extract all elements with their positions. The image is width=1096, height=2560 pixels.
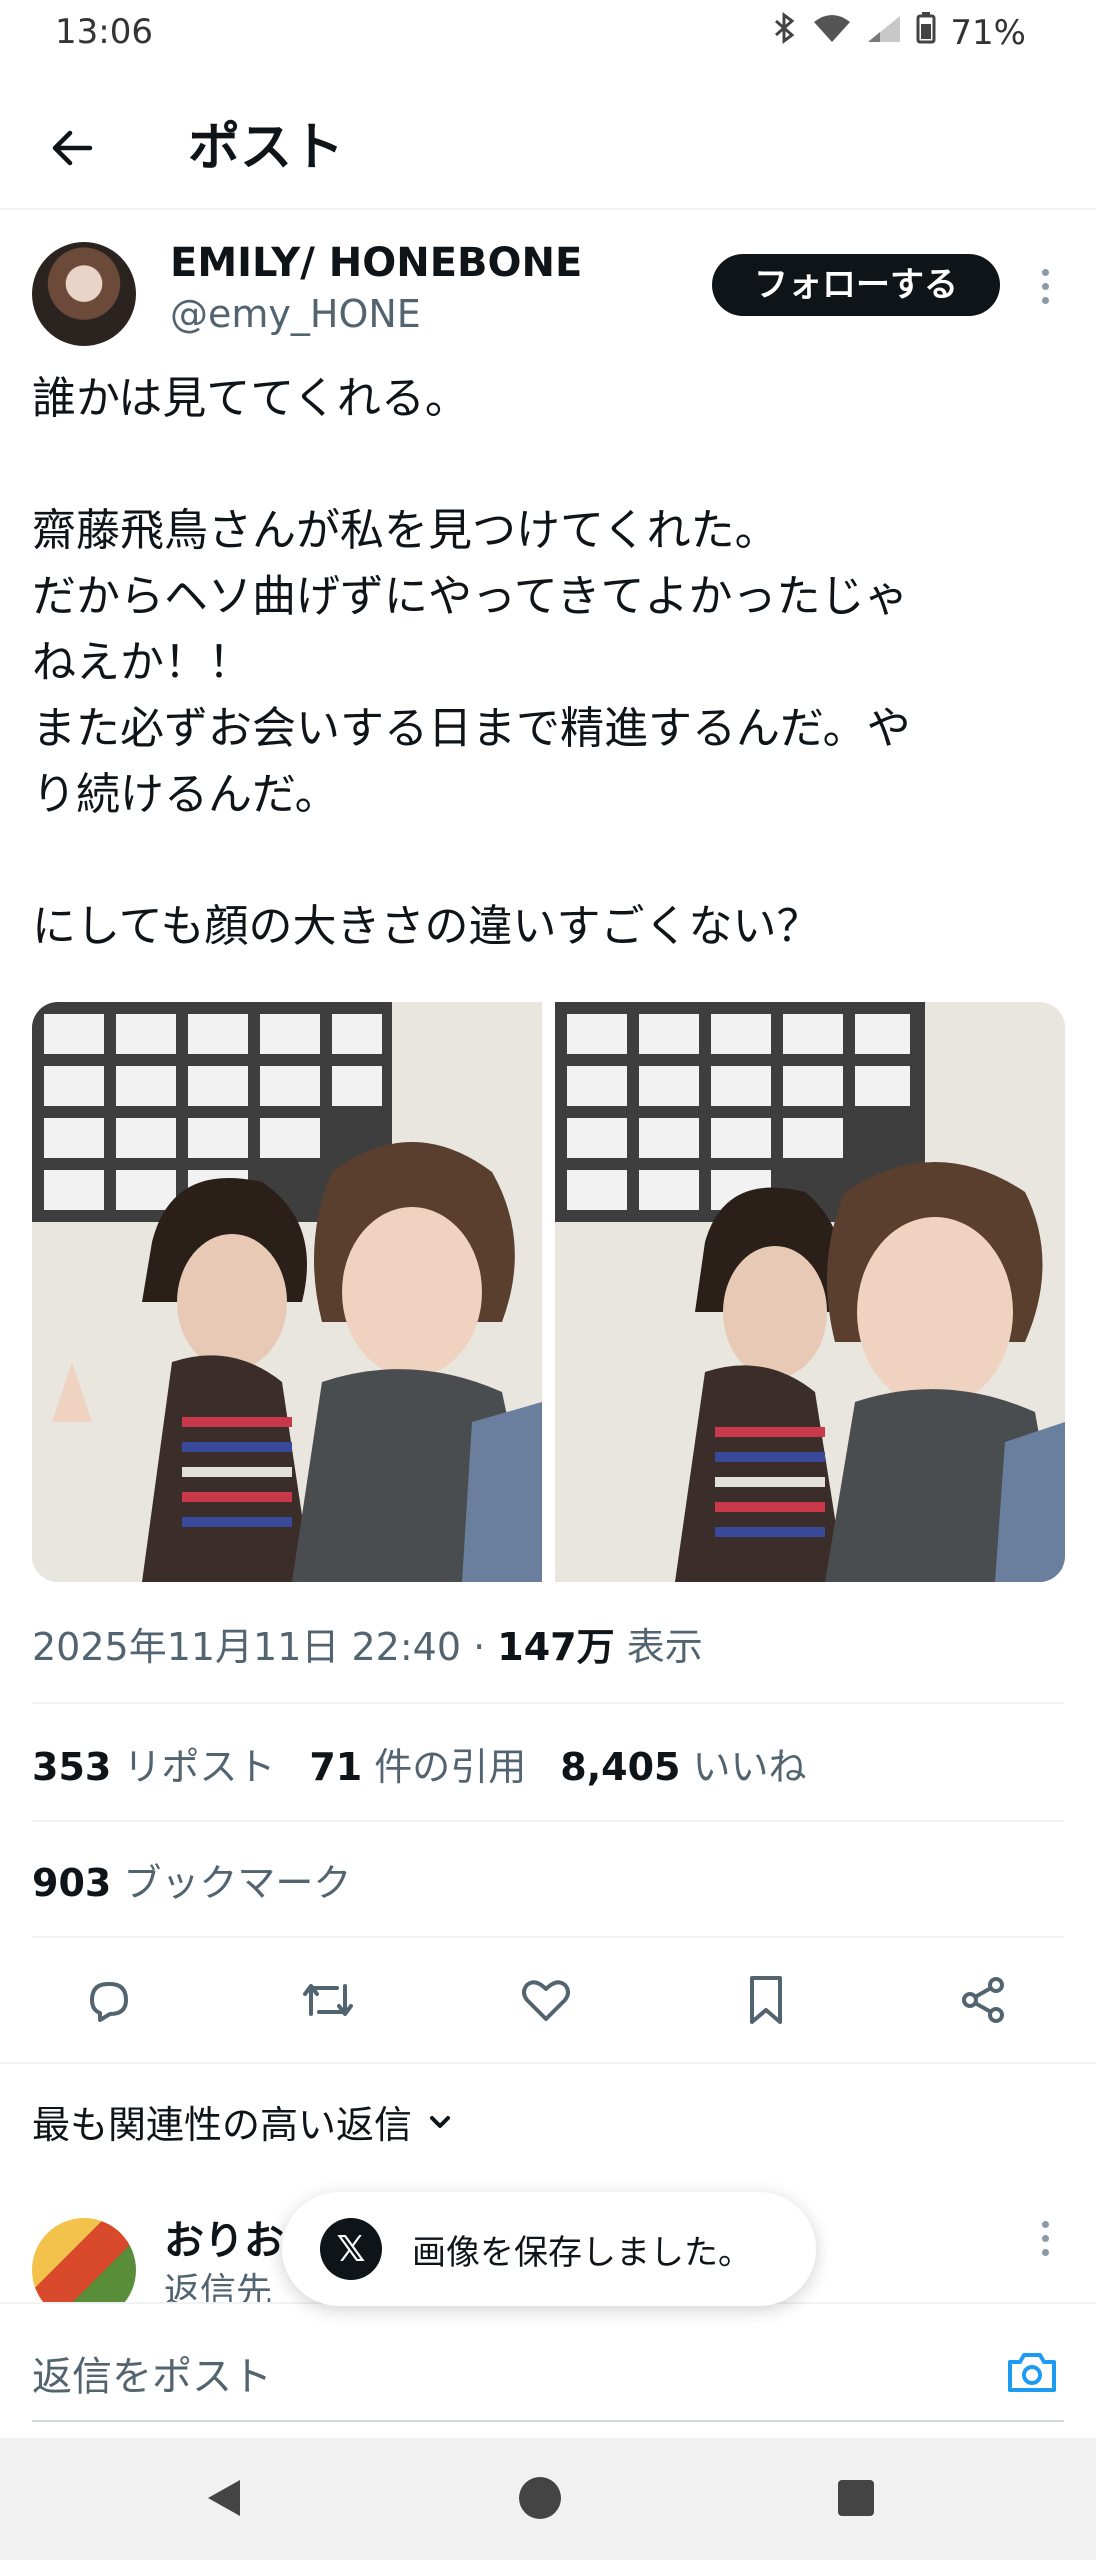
post-line-empty: [32, 432, 1062, 498]
reply-composer: 返信をポスト: [0, 2302, 1096, 2434]
composer-underline: [32, 2420, 1064, 2422]
bluetooth-icon: [772, 12, 798, 53]
bookmark-icon: [750, 1976, 782, 2024]
views-count: 147万: [497, 1625, 615, 1669]
nav-back-button[interactable]: [194, 2468, 254, 2528]
post-line: にしても顔の大きさの違いすごくない？: [32, 901, 821, 952]
more-options-button[interactable]: [1020, 258, 1070, 314]
status-icons: 71%: [772, 12, 1026, 53]
photo-illustration: [555, 1002, 1065, 1582]
quotes-count: 71: [309, 1745, 363, 1789]
post-line: 誰かは見ててくれる。: [32, 373, 469, 424]
post-meta: 2025年11月11日 22:40 · 147万 表示: [32, 1616, 703, 1671]
views-label: 表示: [626, 1625, 703, 1669]
reply-sort-label: 最も関連性の高い返信: [32, 2103, 413, 2147]
likes-label: いいね: [692, 1745, 807, 1789]
more-icon-dot: [1041, 2220, 1049, 2228]
system-navigation-bar: [0, 2438, 1096, 2560]
toast-message: 画像を保存しました。: [412, 2232, 752, 2273]
like-button[interactable]: [506, 1960, 586, 2040]
top-app-bar: ポスト: [0, 66, 1096, 210]
chevron-down-icon: [430, 2115, 451, 2128]
quotes-stat[interactable]: 71 件の引用: [309, 1736, 526, 1791]
status-bar: 13:06 71%: [0, 0, 1096, 66]
triangle-back-icon: [208, 2480, 240, 2516]
toast-notification: 𝕏 画像を保存しました。: [282, 2192, 816, 2306]
follow-button[interactable]: フォローする: [712, 254, 1000, 316]
battery-icon: [916, 12, 936, 53]
post-line: だからヘソ曲げずにやってきてよかったじゃ: [32, 571, 909, 622]
repost-button[interactable]: [288, 1960, 368, 2040]
heart-icon: [522, 1980, 570, 2021]
more-icon-dot: [1041, 2234, 1049, 2242]
author-avatar[interactable]: [32, 242, 136, 346]
signal-icon: [866, 13, 902, 53]
more-icon-dot: [1041, 296, 1049, 304]
circle-home-icon: [519, 2477, 561, 2519]
post-line: また必ずお会いする日まで精進するんだ。や: [32, 703, 911, 754]
page-title: ポスト: [188, 118, 345, 178]
divider: [32, 1702, 1064, 1704]
square-recents-icon: [838, 2480, 874, 2516]
divider: [32, 1820, 1064, 1822]
reply-icon: [90, 1982, 128, 2022]
battery-level: 71%: [950, 12, 1026, 53]
post-actions: [0, 1960, 1096, 2040]
share-icon: [962, 1977, 1004, 2023]
post-line: ねえか！！: [32, 637, 252, 688]
more-icon-dot: [1041, 2248, 1049, 2256]
wifi-icon: [812, 13, 852, 53]
reply-author-name[interactable]: おりお: [164, 2208, 284, 2266]
camera-button[interactable]: [1004, 2344, 1060, 2400]
likes-count: 8,405: [560, 1745, 681, 1789]
bookmarks-label: ブックマーク: [123, 1861, 352, 1905]
post-photo-1[interactable]: [32, 1002, 542, 1582]
repost-icon: [303, 1984, 353, 2016]
bookmark-button[interactable]: [726, 1960, 806, 2040]
reply-more-button[interactable]: [1020, 2210, 1070, 2266]
reply-sort-dropdown[interactable]: 最も関連性の高い返信: [32, 2094, 454, 2149]
post-photo-2[interactable]: [555, 1002, 1065, 1582]
back-button[interactable]: [30, 106, 114, 190]
more-icon-dot: [1041, 268, 1049, 276]
camera-icon: [1008, 2353, 1056, 2392]
meta-separator: ·: [473, 1625, 486, 1669]
post-line-empty: [32, 828, 1062, 894]
reply-input[interactable]: 返信をポスト: [32, 2344, 272, 2402]
quotes-label: 件の引用: [374, 1745, 527, 1789]
x-logo-icon: 𝕏: [320, 2218, 382, 2280]
more-icon-dot: [1041, 282, 1049, 290]
author-name[interactable]: EMILY/ HONEBONE: [170, 240, 582, 286]
likes-stat[interactable]: 8,405 いいね: [560, 1736, 806, 1791]
post-date[interactable]: 2025年11月11日 22:40: [32, 1625, 461, 1669]
reply-button[interactable]: [68, 1960, 148, 2040]
divider: [0, 2062, 1096, 2064]
reposts-stat[interactable]: 353 リポスト: [32, 1736, 275, 1791]
reposts-label: リポスト: [123, 1745, 276, 1789]
reposts-count: 353: [32, 1745, 112, 1789]
post-line: り続けるんだ。: [32, 769, 339, 820]
share-button[interactable]: [944, 1960, 1024, 2040]
post-text: 誰かは見ててくれる。 齋藤飛鳥さんが私を見つけてくれた。 だからヘソ曲げずにやっ…: [32, 366, 1062, 960]
divider: [32, 1936, 1064, 1938]
nav-home-button[interactable]: [510, 2468, 570, 2528]
bookmarks-stat[interactable]: 903 ブックマーク: [32, 1852, 351, 1907]
photo-illustration: [32, 1002, 542, 1582]
status-time: 13:06: [55, 12, 153, 52]
bookmarks-count: 903: [32, 1861, 112, 1905]
stats-row: 353 リポスト 71 件の引用 8,405 いいね: [32, 1736, 806, 1791]
nav-recents-button[interactable]: [826, 2468, 886, 2528]
author-handle[interactable]: @emy_HONE: [170, 292, 421, 336]
arrow-left-icon: [52, 130, 93, 166]
post-line: 齋藤飛鳥さんが私を見つけてくれた。: [32, 505, 779, 556]
